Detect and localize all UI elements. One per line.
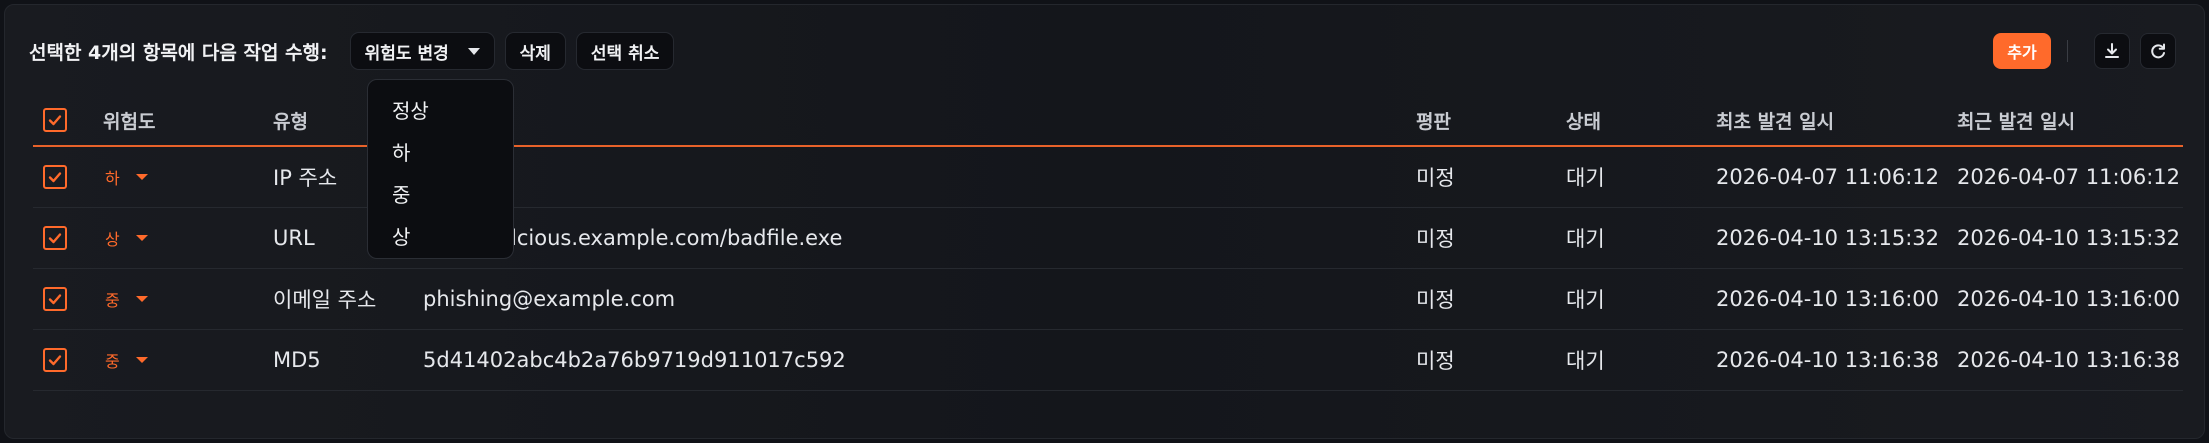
row-checkbox[interactable] — [43, 287, 67, 311]
refresh-icon — [2151, 43, 2165, 59]
table-row[interactable]: 하 IP 주소 미정 대기 2026-04-07 11:06:12 2026-0… — [33, 147, 2183, 208]
status-cell: 대기 — [1566, 166, 1605, 190]
risk-value: 중 — [105, 291, 120, 310]
row-select-cell — [43, 147, 67, 207]
table-header-row: 위험도 유형 평판 상태 최초 발견 일시 최근 발견 일시 — [33, 95, 2183, 147]
type-cell: IP 주소 — [273, 166, 338, 190]
column-header-reputation[interactable]: 평판 — [1416, 95, 1451, 145]
checkbox-checked-icon — [48, 115, 62, 126]
risk-value: 하 — [105, 169, 120, 188]
caret-down-icon — [467, 47, 480, 55]
reputation-cell: 미정 — [1416, 288, 1455, 312]
checkbox-checked-icon — [48, 172, 62, 183]
download-button[interactable] — [2094, 33, 2130, 69]
download-icon — [2105, 43, 2119, 58]
reputation-cell: 미정 — [1416, 227, 1455, 251]
row-select-cell — [43, 330, 67, 390]
risk-select[interactable]: 상 — [105, 208, 148, 268]
indicator-panel: 선택한 4개의 항목에 다음 작업 수행: 위험도 변경 삭제 선택 취소 추가 — [4, 4, 2205, 439]
last-seen-cell: 2026-04-10 13:16:00 — [1957, 287, 2181, 311]
row-checkbox[interactable] — [43, 226, 67, 250]
risk-value: 상 — [105, 230, 120, 249]
risk-change-dropdown-button[interactable]: 위험도 변경 — [349, 32, 495, 70]
bulk-action-bar: 선택한 4개의 항목에 다음 작업 수행: 위험도 변경 삭제 선택 취소 — [29, 31, 684, 71]
status-cell: 대기 — [1566, 288, 1605, 312]
risk-select[interactable]: 중 — [105, 330, 148, 390]
table-row[interactable]: 중 MD5 5d41402abc4b2a76b9719d911017c592 미… — [33, 330, 2183, 391]
column-header-risk[interactable]: 위험도 — [103, 95, 155, 145]
checkbox-checked-icon — [48, 355, 62, 366]
risk-option-high[interactable]: 상 — [368, 214, 513, 256]
delete-button[interactable]: 삭제 — [504, 32, 566, 70]
first-seen-cell: 2026-04-10 13:15:32 — [1716, 226, 1940, 250]
row-checkbox[interactable] — [43, 165, 67, 189]
checkbox-checked-icon — [48, 294, 62, 305]
value-cell: 5d41402abc4b2a76b9719d911017c592 — [423, 348, 846, 372]
delete-label: 삭제 — [519, 43, 551, 64]
first-seen-cell: 2026-04-07 11:06:12 — [1716, 165, 1940, 189]
row-select-cell — [43, 208, 67, 268]
deselect-button[interactable]: 선택 취소 — [575, 32, 675, 70]
add-button[interactable]: 추가 — [1993, 33, 2051, 69]
indicator-table: 위험도 유형 평판 상태 최초 발견 일시 최근 발견 일시 하 IP 주소 미… — [33, 95, 2183, 391]
caret-down-icon — [135, 235, 148, 241]
last-seen-cell: 2026-04-10 13:16:38 — [1957, 348, 2181, 372]
status-cell: 대기 — [1566, 227, 1605, 251]
caret-down-icon — [135, 357, 148, 363]
add-label: 추가 — [2007, 43, 2037, 62]
select-all-cell — [43, 95, 67, 145]
select-all-checkbox[interactable] — [43, 108, 67, 132]
bulk-action-label: 선택한 4개의 항목에 다음 작업 수행: — [29, 41, 328, 64]
last-seen-cell: 2026-04-10 13:15:32 — [1957, 226, 2181, 250]
table-row[interactable]: 상 URL lcious.example.com/badfile.exe 미정 … — [33, 208, 2183, 269]
type-cell: URL — [273, 226, 315, 250]
deselect-label: 선택 취소 — [590, 43, 660, 64]
risk-option-normal[interactable]: 정상 — [368, 88, 513, 130]
value-cell: lcious.example.com/badfile.exe — [511, 226, 843, 250]
column-header-status[interactable]: 상태 — [1566, 95, 1601, 145]
risk-option-low[interactable]: 하 — [368, 130, 513, 172]
reputation-cell: 미정 — [1416, 166, 1455, 190]
risk-change-label: 위험도 변경 — [364, 43, 449, 64]
row-select-cell — [43, 269, 67, 329]
row-checkbox[interactable] — [43, 348, 67, 372]
column-header-last-seen[interactable]: 최근 발견 일시 — [1957, 95, 2075, 145]
table-row[interactable]: 중 이메일 주소 phishing@example.com 미정 대기 2026… — [33, 269, 2183, 330]
checkbox-checked-icon — [48, 233, 62, 244]
table-tools: 추가 — [1993, 33, 2176, 69]
value-cell: phishing@example.com — [423, 287, 676, 311]
reputation-cell: 미정 — [1416, 349, 1455, 373]
last-seen-cell: 2026-04-07 11:06:12 — [1957, 165, 2181, 189]
status-cell: 대기 — [1566, 349, 1605, 373]
type-cell: 이메일 주소 — [273, 288, 377, 312]
first-seen-cell: 2026-04-10 13:16:00 — [1716, 287, 1940, 311]
column-header-type[interactable]: 유형 — [273, 95, 308, 145]
risk-change-menu: 정상 하 중 상 — [367, 79, 514, 259]
risk-value: 중 — [105, 352, 120, 371]
risk-select[interactable]: 중 — [105, 269, 148, 329]
refresh-button[interactable] — [2140, 33, 2176, 69]
type-cell: MD5 — [273, 348, 321, 372]
toolbar-divider — [2067, 40, 2068, 62]
risk-option-medium[interactable]: 중 — [368, 172, 513, 214]
first-seen-cell: 2026-04-10 13:16:38 — [1716, 348, 1940, 372]
column-header-first-seen[interactable]: 최초 발견 일시 — [1716, 95, 1834, 145]
caret-down-icon — [135, 296, 148, 302]
risk-select[interactable]: 하 — [105, 147, 148, 207]
caret-down-icon — [135, 174, 148, 180]
